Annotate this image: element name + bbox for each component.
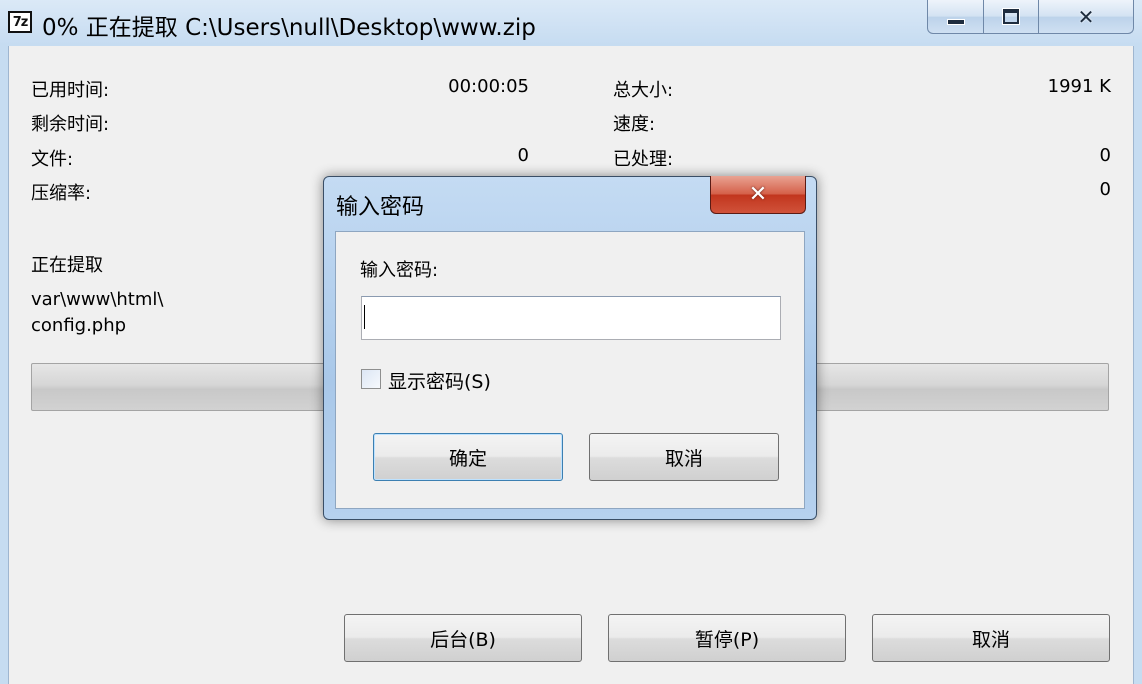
close-icon: ✕	[748, 182, 768, 207]
minimize-button[interactable]	[927, 0, 984, 34]
password-input[interactable]	[361, 296, 781, 340]
processed-value: 0	[1099, 145, 1111, 166]
background-button[interactable]: 后台(B)	[344, 614, 582, 662]
7zip-app-icon: 7z	[8, 11, 32, 33]
elapsed-time-label: 已用时间:	[31, 80, 110, 101]
close-button[interactable]: ✕	[1039, 0, 1134, 34]
title-bar[interactable]: 7z 0% 正在提取 C:\Users\null\Desktop\www.zip…	[0, 0, 1142, 46]
password-dialog-title: 输入密码	[336, 195, 425, 220]
total-size-value: 1991 K	[1047, 76, 1111, 97]
packed-size-value: 0	[1099, 179, 1111, 200]
password-prompt-label: 输入密码:	[360, 260, 439, 281]
current-path-line1: var\www\html\	[31, 289, 164, 310]
text-caret	[364, 305, 365, 329]
close-icon: ✕	[1077, 4, 1095, 29]
dialog-close-button[interactable]: ✕	[710, 176, 806, 214]
maximize-button[interactable]	[984, 0, 1039, 34]
minimize-icon	[946, 18, 965, 25]
window-title: 0% 正在提取 C:\Users\null\Desktop\www.zip	[42, 15, 536, 41]
pause-button[interactable]: 暂停(P)	[608, 614, 846, 662]
password-dialog-body: 输入密码: 显示密码(S) 确定 取消	[335, 231, 805, 509]
maximize-icon	[1003, 9, 1019, 24]
extracting-status-label: 正在提取	[31, 255, 103, 276]
current-file-name: config.php	[31, 315, 127, 336]
speed-label: 速度:	[613, 114, 656, 135]
show-password-label[interactable]: 显示密码(S)	[388, 367, 491, 394]
cancel-extract-button[interactable]: 取消	[872, 614, 1110, 662]
files-label: 文件:	[31, 149, 74, 170]
show-password-checkbox[interactable]	[361, 369, 381, 389]
files-value: 0	[517, 145, 529, 166]
remaining-time-label: 剩余时间:	[31, 114, 110, 135]
processed-label: 已处理:	[613, 149, 674, 170]
total-size-label: 总大小:	[613, 80, 674, 101]
dialog-cancel-button[interactable]: 取消	[589, 433, 779, 481]
elapsed-time-value: 00:00:05	[448, 76, 529, 97]
compression-ratio-label: 压缩率:	[31, 183, 92, 204]
password-dialog: 输入密码 ✕ 输入密码: 显示密码(S) 确定 取消	[323, 176, 817, 520]
ok-button[interactable]: 确定	[373, 433, 563, 481]
